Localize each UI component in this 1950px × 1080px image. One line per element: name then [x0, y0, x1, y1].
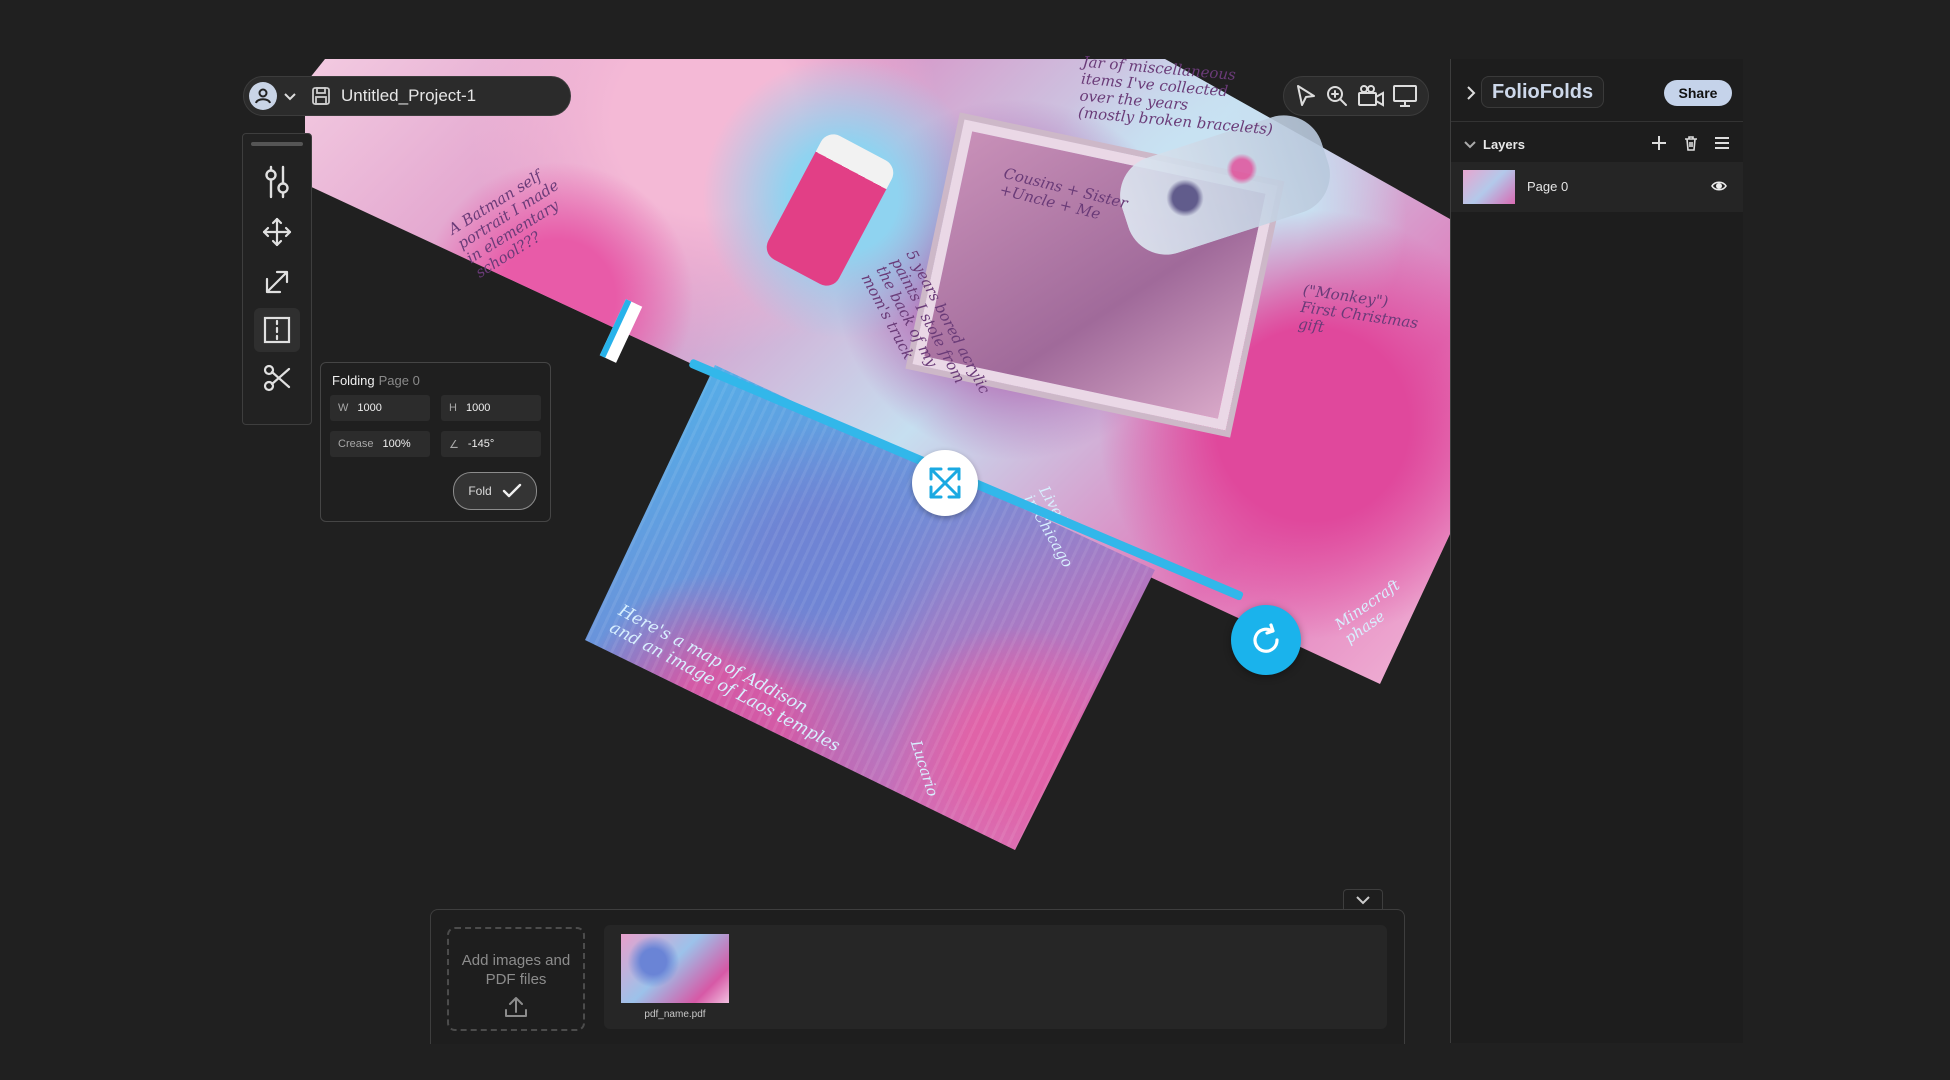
rotate-handle[interactable] — [1231, 605, 1301, 675]
right-panel: FolioFolds Share Layers Page 0 — [1450, 59, 1743, 1043]
layer-thumbnail — [1463, 170, 1515, 204]
folding-page-label: Page 0 — [378, 373, 420, 388]
height-value[interactable]: 1000 — [466, 402, 490, 414]
add-files-text: Add images and PDF files — [461, 952, 571, 988]
expand-arrows-icon — [929, 467, 961, 499]
project-bar: Untitled_Project-1 — [243, 76, 571, 116]
angle-value[interactable]: -145° — [468, 438, 494, 450]
chevron-right-icon[interactable] — [1465, 86, 1477, 100]
tool-move[interactable] — [254, 210, 300, 254]
layer-item[interactable]: Page 0 — [1451, 162, 1743, 212]
divider — [1451, 121, 1743, 122]
layer-name: Page 0 — [1527, 179, 1569, 194]
tool-cut[interactable] — [254, 356, 300, 400]
width-value[interactable]: 1000 — [357, 402, 381, 414]
view-tools — [1283, 76, 1429, 116]
user-icon — [255, 88, 271, 104]
add-icon[interactable] — [1651, 135, 1667, 151]
tool-scale[interactable] — [254, 260, 300, 304]
sliders-icon — [265, 165, 289, 199]
move-icon — [262, 217, 292, 247]
avatar[interactable] — [249, 82, 277, 110]
crease-field[interactable]: Crease 100% — [330, 431, 430, 457]
tray-toggle[interactable] — [1343, 889, 1383, 910]
width-field[interactable]: W 1000 — [330, 395, 430, 421]
file-tray: Add images and PDF files pdf_name.pdf — [430, 909, 1405, 1044]
width-label: W — [338, 402, 349, 414]
folding-title: Folding Page 0 — [332, 373, 420, 388]
project-name[interactable]: Untitled_Project-1 — [341, 86, 476, 106]
angle-field[interactable]: ∠ -145° — [441, 431, 541, 457]
tool-adjust[interactable] — [254, 160, 300, 204]
share-button[interactable]: Share — [1664, 80, 1732, 106]
zoom-icon[interactable] — [1325, 84, 1349, 108]
fold-button[interactable]: Fold — [453, 472, 537, 510]
brand-row: FolioFolds Share — [1451, 74, 1743, 110]
upload-icon — [505, 997, 527, 1017]
tool-fold[interactable] — [254, 308, 300, 352]
height-label: H — [449, 402, 457, 414]
tool-palette — [242, 133, 312, 425]
menu-icon[interactable] — [1714, 135, 1730, 151]
fold-icon — [263, 316, 291, 344]
folding-title-text: Folding — [332, 373, 375, 388]
add-files-dropzone[interactable]: Add images and PDF files — [447, 927, 585, 1031]
rotate-icon — [1253, 623, 1279, 653]
angle-icon: ∠ — [449, 438, 459, 451]
fold-button-label: Fold — [468, 484, 492, 498]
present-icon[interactable] — [1392, 84, 1418, 108]
resize-icon — [265, 270, 289, 294]
save-icon[interactable] — [311, 86, 331, 106]
file-name: pdf_name.pdf — [644, 1009, 706, 1020]
height-field[interactable]: H 1000 — [441, 395, 541, 421]
file-thumbnail[interactable] — [621, 934, 729, 1003]
chevron-down-icon[interactable] — [283, 89, 297, 103]
layers-label: Layers — [1483, 137, 1525, 152]
eye-icon[interactable] — [1711, 179, 1727, 193]
chevron-down-icon — [1356, 896, 1370, 905]
move-handle[interactable] — [912, 450, 978, 516]
trash-icon[interactable] — [1683, 135, 1699, 151]
chevron-down-icon[interactable] — [1463, 139, 1477, 151]
file-list: pdf_name.pdf — [604, 925, 1387, 1029]
camera-icon[interactable] — [1357, 84, 1385, 108]
scissors-icon — [263, 364, 291, 392]
drag-grip[interactable] — [251, 142, 303, 146]
folding-panel: Folding Page 0 W 1000 H 1000 Crease 100% ∠ -1… — [320, 362, 551, 522]
app-brand: FolioFolds — [1481, 76, 1605, 108]
pointer-icon[interactable] — [1294, 84, 1318, 108]
crease-value[interactable]: 100% — [382, 438, 410, 450]
crease-label: Crease — [338, 438, 374, 450]
checkmark-icon — [502, 483, 521, 498]
layers-header: Layers — [1451, 129, 1743, 159]
